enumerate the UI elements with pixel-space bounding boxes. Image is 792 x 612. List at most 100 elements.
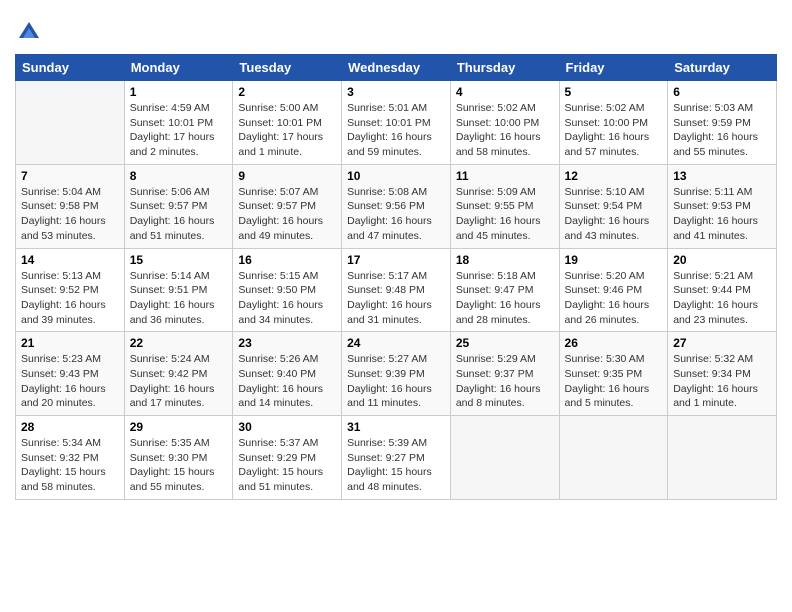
calendar-cell: 7Sunrise: 5:04 AM Sunset: 9:58 PM Daylig… [16, 164, 125, 248]
column-header-thursday: Thursday [450, 55, 559, 81]
day-info: Sunrise: 5:29 AM Sunset: 9:37 PM Dayligh… [456, 352, 554, 411]
day-info: Sunrise: 5:39 AM Sunset: 9:27 PM Dayligh… [347, 436, 445, 495]
day-number: 31 [347, 420, 445, 434]
week-row-4: 21 Sunrise: 5:23 AM Sunset: 9:43 PM Dayli… [16, 332, 777, 416]
day-info: Sunrise: 5:20 AM Sunset: 9:46 PM Dayligh… [565, 269, 663, 328]
calendar-cell: 19 Sunrise: 5:20 AM Sunset: 9:46 PM Dayli… [559, 248, 668, 332]
logo-icon [15, 18, 43, 46]
day-number: 9 [238, 169, 336, 183]
calendar-cell: 6 Sunrise: 5:03 AM Sunset: 9:59 PM Daylig… [668, 81, 777, 165]
day-info: Sunrise: 5:04 AM Sunset: 9:58 PM Dayligh… [21, 185, 119, 244]
day-number: 15 [130, 253, 228, 267]
day-info: Sunrise: 5:08 AM Sunset: 9:56 PM Dayligh… [347, 185, 445, 244]
day-info: Sunrise: 5:23 AM Sunset: 9:43 PM Dayligh… [21, 352, 119, 411]
calendar-cell: 18 Sunrise: 5:18 AM Sunset: 9:47 PM Dayli… [450, 248, 559, 332]
day-number: 30 [238, 420, 336, 434]
calendar-cell: 28 Sunrise: 5:34 AM Sunset: 9:32 PM Dayli… [16, 416, 125, 500]
column-header-monday: Monday [124, 55, 233, 81]
day-info: Sunrise: 5:17 AM Sunset: 9:48 PM Dayligh… [347, 269, 445, 328]
day-number: 5 [565, 85, 663, 99]
day-number: 24 [347, 336, 445, 350]
day-info: Sunrise: 5:10 AM Sunset: 9:54 PM Dayligh… [565, 185, 663, 244]
calendar-cell: 24Sunrise: 5:27 AM Sunset: 9:39 PM Dayli… [342, 332, 451, 416]
calendar-cell [16, 81, 125, 165]
day-number: 3 [347, 85, 445, 99]
header-row: SundayMondayTuesdayWednesdayThursdayFrid… [16, 55, 777, 81]
calendar-cell: 29Sunrise: 5:35 AM Sunset: 9:30 PM Dayli… [124, 416, 233, 500]
day-info: Sunrise: 5:02 AM Sunset: 10:00 PM Daylig… [565, 101, 663, 160]
calendar-cell: 17Sunrise: 5:17 AM Sunset: 9:48 PM Dayli… [342, 248, 451, 332]
calendar-cell: 16 Sunrise: 5:15 AM Sunset: 9:50 PM Dayli… [233, 248, 342, 332]
day-number: 16 [238, 253, 336, 267]
day-number: 18 [456, 253, 554, 267]
day-number: 12 [565, 169, 663, 183]
day-number: 20 [673, 253, 771, 267]
calendar-cell [668, 416, 777, 500]
calendar-cell: 25 Sunrise: 5:29 AM Sunset: 9:37 PM Dayli… [450, 332, 559, 416]
calendar-cell: 1 Sunrise: 4:59 AM Sunset: 10:01 PM Dayli… [124, 81, 233, 165]
calendar-cell: 8 Sunrise: 5:06 AM Sunset: 9:57 PM Daylig… [124, 164, 233, 248]
calendar-cell: 10Sunrise: 5:08 AM Sunset: 9:56 PM Dayli… [342, 164, 451, 248]
day-number: 1 [130, 85, 228, 99]
day-info: Sunrise: 5:01 AM Sunset: 10:01 PM Daylig… [347, 101, 445, 160]
logo [15, 18, 47, 46]
calendar-cell: 21 Sunrise: 5:23 AM Sunset: 9:43 PM Dayli… [16, 332, 125, 416]
day-number: 4 [456, 85, 554, 99]
day-info: Sunrise: 5:37 AM Sunset: 9:29 PM Dayligh… [238, 436, 336, 495]
day-info: Sunrise: 5:06 AM Sunset: 9:57 PM Dayligh… [130, 185, 228, 244]
calendar-cell: 13 Sunrise: 5:11 AM Sunset: 9:53 PM Dayli… [668, 164, 777, 248]
day-number: 13 [673, 169, 771, 183]
day-info: Sunrise: 5:14 AM Sunset: 9:51 PM Dayligh… [130, 269, 228, 328]
calendar-cell: 22Sunrise: 5:24 AM Sunset: 9:42 PM Dayli… [124, 332, 233, 416]
calendar-cell [559, 416, 668, 500]
day-info: Sunrise: 5:02 AM Sunset: 10:00 PM Daylig… [456, 101, 554, 160]
calendar-cell: 30 Sunrise: 5:37 AM Sunset: 9:29 PM Dayli… [233, 416, 342, 500]
week-row-1: 1 Sunrise: 4:59 AM Sunset: 10:01 PM Dayli… [16, 81, 777, 165]
day-info: Sunrise: 5:11 AM Sunset: 9:53 PM Dayligh… [673, 185, 771, 244]
column-header-wednesday: Wednesday [342, 55, 451, 81]
day-number: 22 [130, 336, 228, 350]
week-row-5: 28 Sunrise: 5:34 AM Sunset: 9:32 PM Dayli… [16, 416, 777, 500]
calendar-cell: 9Sunrise: 5:07 AM Sunset: 9:57 PM Daylig… [233, 164, 342, 248]
week-row-2: 7Sunrise: 5:04 AM Sunset: 9:58 PM Daylig… [16, 164, 777, 248]
day-number: 28 [21, 420, 119, 434]
day-number: 25 [456, 336, 554, 350]
column-header-tuesday: Tuesday [233, 55, 342, 81]
day-number: 26 [565, 336, 663, 350]
day-number: 6 [673, 85, 771, 99]
day-info: Sunrise: 5:15 AM Sunset: 9:50 PM Dayligh… [238, 269, 336, 328]
calendar-cell [450, 416, 559, 500]
column-header-saturday: Saturday [668, 55, 777, 81]
day-number: 23 [238, 336, 336, 350]
calendar-cell: 12 Sunrise: 5:10 AM Sunset: 9:54 PM Dayli… [559, 164, 668, 248]
day-number: 27 [673, 336, 771, 350]
week-row-3: 14Sunrise: 5:13 AM Sunset: 9:52 PM Dayli… [16, 248, 777, 332]
day-info: Sunrise: 5:09 AM Sunset: 9:55 PM Dayligh… [456, 185, 554, 244]
day-info: Sunrise: 5:03 AM Sunset: 9:59 PM Dayligh… [673, 101, 771, 160]
day-info: Sunrise: 5:00 AM Sunset: 10:01 PM Daylig… [238, 101, 336, 160]
calendar-cell: 15 Sunrise: 5:14 AM Sunset: 9:51 PM Dayli… [124, 248, 233, 332]
calendar-cell: 20Sunrise: 5:21 AM Sunset: 9:44 PM Dayli… [668, 248, 777, 332]
header [15, 10, 777, 46]
calendar-table: SundayMondayTuesdayWednesdayThursdayFrid… [15, 54, 777, 500]
day-info: Sunrise: 5:18 AM Sunset: 9:47 PM Dayligh… [456, 269, 554, 328]
day-info: Sunrise: 5:35 AM Sunset: 9:30 PM Dayligh… [130, 436, 228, 495]
day-number: 8 [130, 169, 228, 183]
day-info: Sunrise: 5:34 AM Sunset: 9:32 PM Dayligh… [21, 436, 119, 495]
calendar-cell: 14Sunrise: 5:13 AM Sunset: 9:52 PM Dayli… [16, 248, 125, 332]
calendar-cell: 31 Sunrise: 5:39 AM Sunset: 9:27 PM Dayli… [342, 416, 451, 500]
day-info: Sunrise: 5:32 AM Sunset: 9:34 PM Dayligh… [673, 352, 771, 411]
calendar-cell: 11Sunrise: 5:09 AM Sunset: 9:55 PM Dayli… [450, 164, 559, 248]
calendar-cell: 26 Sunrise: 5:30 AM Sunset: 9:35 PM Dayli… [559, 332, 668, 416]
calendar-cell: 4 Sunrise: 5:02 AM Sunset: 10:00 PM Dayli… [450, 81, 559, 165]
day-info: Sunrise: 5:13 AM Sunset: 9:52 PM Dayligh… [21, 269, 119, 328]
day-info: Sunrise: 5:30 AM Sunset: 9:35 PM Dayligh… [565, 352, 663, 411]
day-number: 21 [21, 336, 119, 350]
day-number: 2 [238, 85, 336, 99]
calendar-cell: 27 Sunrise: 5:32 AM Sunset: 9:34 PM Dayli… [668, 332, 777, 416]
day-number: 19 [565, 253, 663, 267]
day-info: Sunrise: 4:59 AM Sunset: 10:01 PM Daylig… [130, 101, 228, 160]
column-header-sunday: Sunday [16, 55, 125, 81]
calendar-cell: 3 Sunrise: 5:01 AM Sunset: 10:01 PM Dayli… [342, 81, 451, 165]
calendar-cell: 5 Sunrise: 5:02 AM Sunset: 10:00 PM Dayli… [559, 81, 668, 165]
